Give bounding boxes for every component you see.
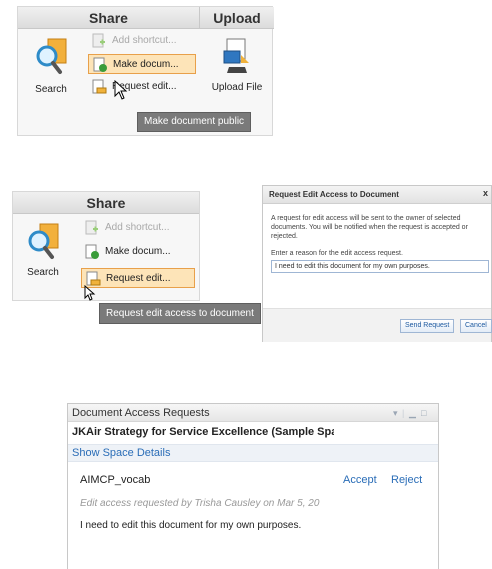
dialog-title: Request Edit Access to Document — [263, 186, 491, 204]
make-public-label: Make docum... — [105, 246, 171, 257]
upload-file-button[interactable]: Upload File — [204, 37, 270, 93]
reason-input[interactable]: I need to edit this document for my own … — [271, 260, 489, 273]
make-public-button[interactable]: Make docum... — [88, 54, 196, 74]
add-shortcut-button[interactable]: Add shortcut... — [88, 31, 196, 51]
maximize-icon[interactable]: □ — [421, 408, 426, 418]
accept-link[interactable]: Accept — [343, 474, 377, 486]
reject-link[interactable]: Reject — [391, 474, 422, 486]
minimize-icon[interactable]: ▁ — [409, 408, 416, 418]
upload-file-label: Upload File — [211, 82, 263, 93]
separator: | — [402, 408, 405, 418]
request-edit-label: Request edit... — [106, 273, 171, 284]
mouse-cursor-icon — [84, 285, 96, 301]
request-edit-button[interactable]: Request edit... — [81, 268, 195, 288]
search-button[interactable]: Search — [26, 37, 76, 95]
access-requests-panel: Document Access Requests ▾ | ▁ □ JKAir S… — [67, 403, 439, 569]
request-edit-dialog: Request Edit Access to Document x A requ… — [262, 185, 492, 342]
mouse-cursor-icon — [114, 80, 128, 100]
cancel-button[interactable]: Cancel — [460, 319, 492, 333]
search-label: Search — [27, 267, 59, 278]
search-button[interactable]: Search — [17, 222, 69, 278]
share-group-header: Share — [18, 7, 200, 29]
upload-group-header: Upload — [200, 7, 274, 29]
panel-title: Document Access Requests — [68, 404, 438, 422]
request-meta: Edit access requested by Trisha Causley … — [80, 498, 320, 509]
add-shortcut-label: Add shortcut... — [105, 222, 170, 233]
make-public-icon — [93, 57, 107, 72]
close-icon[interactable]: x — [483, 188, 488, 198]
make-public-label: Make docum... — [113, 59, 179, 70]
search-label: Search — [35, 84, 67, 95]
search-icon — [36, 38, 67, 74]
dropdown-icon[interactable]: ▾ — [393, 408, 398, 418]
document-name: AIMCP_vocab — [80, 474, 151, 486]
dialog-footer: Send Request Cancel — [263, 308, 492, 342]
show-space-details-link[interactable]: Show Space Details — [68, 444, 438, 462]
request-edit-tooltip: Request edit access to document — [99, 303, 261, 324]
make-public-button[interactable]: Make docum... — [81, 242, 195, 262]
request-edit-button[interactable]: Request edit... — [88, 77, 196, 97]
add-shortcut-icon — [92, 33, 105, 48]
dialog-prompt: Enter a reason for the edit access reque… — [271, 250, 403, 257]
add-shortcut-icon — [85, 220, 98, 235]
make-public-icon — [85, 244, 99, 259]
add-shortcut-button[interactable]: Add shortcut... — [81, 218, 195, 238]
make-public-tooltip: Make document public — [137, 112, 252, 132]
request-reason: I need to edit this document for my own … — [80, 520, 302, 531]
add-shortcut-label: Add shortcut... — [112, 35, 177, 46]
search-icon — [28, 223, 59, 259]
request-edit-icon — [92, 79, 107, 94]
dialog-description: A request for edit access will be sent t… — [271, 215, 468, 240]
share-group-header: Share — [13, 192, 199, 214]
upload-file-icon — [223, 38, 249, 73]
send-request-button[interactable]: Send Request — [400, 319, 455, 333]
ribbon-panel-2: Share Search Add shortcut... Make docum.… — [12, 191, 200, 301]
space-name: JKAir Strategy for Service Excellence (S… — [72, 426, 334, 438]
